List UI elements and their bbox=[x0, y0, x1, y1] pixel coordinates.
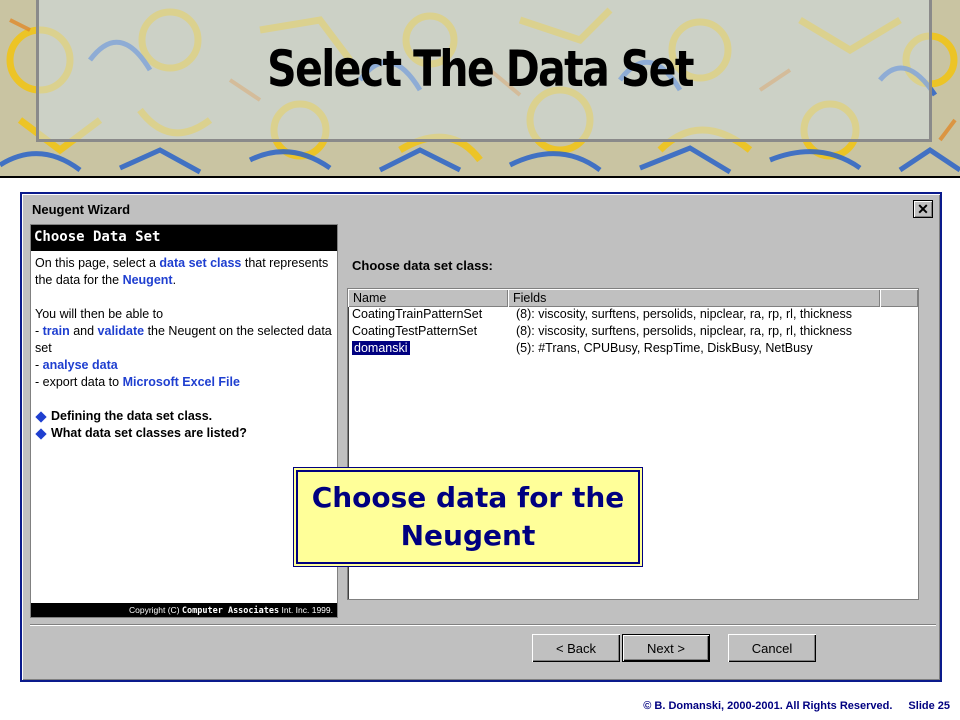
help-copyright: Copyright (C) Computer Associates Int. I… bbox=[31, 603, 337, 617]
excel-file-link[interactable]: Microsoft Excel File bbox=[123, 375, 240, 389]
window-titlebar[interactable]: Neugent Wizard ✕ bbox=[26, 198, 936, 220]
train-link[interactable]: train bbox=[43, 324, 70, 338]
list-item-name: CoatingTrainPatternSet bbox=[348, 307, 508, 324]
list-item-name: domanski bbox=[348, 341, 508, 358]
validate-link[interactable]: validate bbox=[98, 324, 145, 338]
list-item-name-text: domanski bbox=[352, 341, 410, 355]
callout-text: Choose data for the Neugent bbox=[312, 479, 625, 555]
help-bullet-analyse: - analyse data bbox=[35, 357, 333, 374]
list-item[interactable]: CoatingTestPatternSet (8): viscosity, su… bbox=[348, 324, 918, 341]
callout-box: Choose data for the Neugent bbox=[296, 470, 640, 564]
column-header-name[interactable]: Name bbox=[348, 289, 508, 307]
help-link-label: What data set classes are listed? bbox=[51, 426, 247, 440]
help-text: - bbox=[35, 358, 43, 372]
help-copyright-text: Copyright (C) bbox=[128, 605, 182, 615]
list-item-name: CoatingTestPatternSet bbox=[348, 324, 508, 341]
help-text: - export data to bbox=[35, 375, 123, 389]
help-able-line: You will then be able to bbox=[35, 307, 164, 321]
copyright-text: © B. Domanski, 2000-2001. All Rights Res… bbox=[643, 700, 893, 712]
help-copyright-text: Int. Inc. 1999. bbox=[279, 605, 333, 615]
help-intro: On this page, select a data set class th… bbox=[35, 255, 333, 289]
diamond-bullet-icon bbox=[35, 427, 47, 440]
window-title: Neugent Wizard bbox=[32, 201, 131, 217]
help-header: Choose Data Set bbox=[31, 225, 337, 251]
slide-footer: © B. Domanski, 2000-2001. All Rights Res… bbox=[643, 700, 950, 712]
column-header-filler bbox=[880, 289, 918, 307]
help-pane: Choose Data Set On this page, select a d… bbox=[30, 224, 338, 618]
slide-title: Select The Data Set bbox=[267, 40, 694, 98]
help-text: . bbox=[172, 273, 177, 287]
list-item-fields: (5): #Trans, CPUBusy, RespTime, DiskBusy… bbox=[516, 341, 813, 355]
column-header-fields[interactable]: Fields bbox=[508, 289, 880, 307]
callout-line: Choose data for the bbox=[311, 481, 625, 514]
help-bullet-export: - export data to Microsoft Excel File bbox=[35, 374, 333, 391]
help-text: On this page, select a bbox=[35, 256, 160, 270]
analyse-data-link[interactable]: analyse data bbox=[43, 358, 118, 372]
slide-banner: Select The Data Set bbox=[0, 0, 960, 178]
help-link-label: Defining the data set class. bbox=[51, 409, 213, 423]
diamond-bullet-icon bbox=[35, 410, 47, 423]
help-copyright-company: Computer Associates bbox=[181, 606, 280, 616]
data-set-classes-listed-link[interactable]: What data set classes are listed? bbox=[35, 425, 333, 442]
banner-divider bbox=[0, 176, 960, 178]
list-item-name-text: CoatingTestPatternSet bbox=[352, 324, 478, 338]
callout-line: Neugent bbox=[400, 519, 536, 552]
list-item-fields: (8): viscosity, surftens, persolids, nip… bbox=[516, 307, 852, 321]
help-text: and bbox=[69, 324, 98, 338]
list-item[interactable]: CoatingTrainPatternSet (8): viscosity, s… bbox=[348, 307, 918, 324]
list-item-name-text: CoatingTrainPatternSet bbox=[352, 307, 483, 321]
choose-class-prompt: Choose data set class: bbox=[352, 258, 493, 273]
list-item-selected[interactable]: domanski (5): #Trans, CPUBusy, RespTime,… bbox=[348, 341, 918, 358]
list-header: Name Fields bbox=[348, 289, 918, 307]
neugent-link[interactable]: Neugent bbox=[123, 273, 173, 287]
button-separator bbox=[30, 624, 936, 626]
cancel-button[interactable]: Cancel bbox=[728, 634, 816, 662]
help-bullet-train: - train and validate the Neugent on the … bbox=[35, 323, 333, 357]
slide-number: Slide 25 bbox=[908, 700, 950, 712]
help-body: On this page, select a data set class th… bbox=[31, 251, 337, 442]
defining-data-set-class-link[interactable]: Defining the data set class. bbox=[35, 408, 333, 425]
help-text: - bbox=[35, 324, 43, 338]
close-icon[interactable]: ✕ bbox=[913, 200, 933, 218]
next-button[interactable]: Next > bbox=[622, 634, 710, 662]
back-button[interactable]: < Back bbox=[532, 634, 620, 662]
neugent-wizard-window: Neugent Wizard ✕ Choose Data Set On this… bbox=[20, 192, 942, 682]
data-set-class-link[interactable]: data set class bbox=[159, 256, 241, 270]
list-item-fields: (8): viscosity, surftens, persolids, nip… bbox=[516, 324, 852, 338]
